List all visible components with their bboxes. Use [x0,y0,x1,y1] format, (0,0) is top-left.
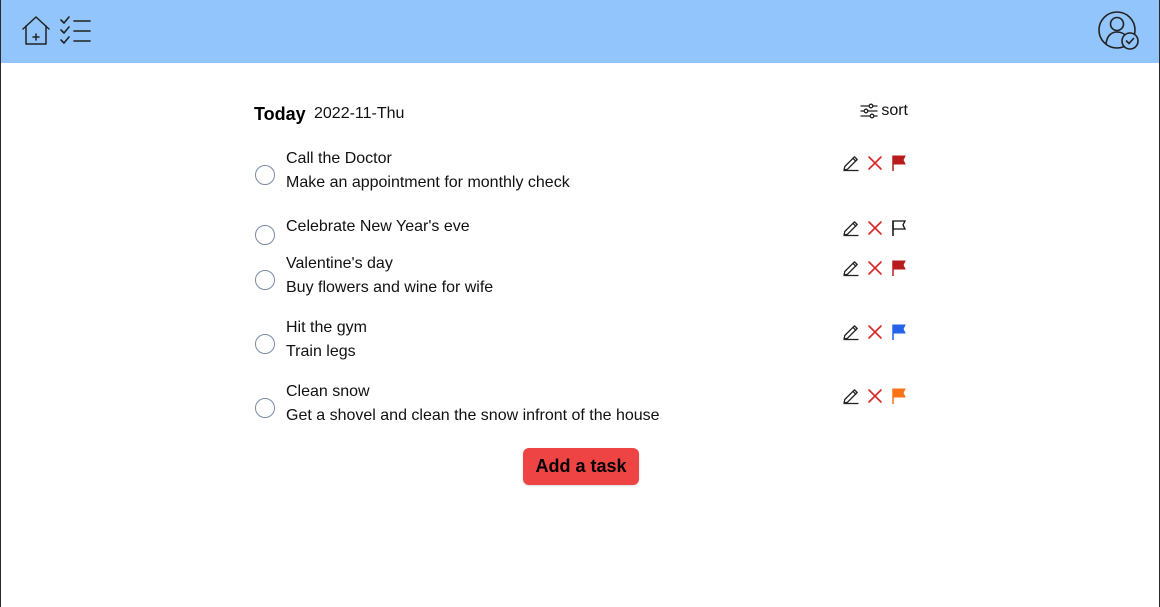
task-item: Clean snow Get a shovel and clean the sn… [254,382,908,446]
task-actions [842,154,908,172]
task-title: Clean snow [286,383,370,400]
task-text: Hit the gym Train legs [286,318,367,362]
delete-x-icon[interactable] [866,259,884,277]
priority-flag-icon[interactable] [890,154,908,172]
task-actions [842,387,908,405]
today-panel: Today 2022-11-Thu sort Call the Doctor M… [254,96,908,485]
complete-checkbox[interactable] [255,225,275,245]
task-description: Make an appointment for monthly check [286,174,570,191]
task-text: Celebrate New Year's eve [286,213,470,237]
task-item: Call the Doctor Make an appointment for … [254,149,908,213]
top-navbar [1,0,1159,63]
task-title: Call the Doctor [286,150,392,167]
task-title: Celebrate New Year's eve [286,218,470,235]
page-title: Today [254,104,306,124]
add-task-button[interactable]: Add a task [523,448,639,485]
task-list: Call the Doctor Make an appointment for … [254,149,908,446]
home-add-icon[interactable] [20,14,52,46]
edit-pencil-icon[interactable] [842,387,860,405]
complete-checkbox[interactable] [255,270,275,290]
delete-x-icon[interactable] [866,387,884,405]
task-description: Get a shovel and clean the snow infront … [286,407,660,424]
checklist-icon[interactable] [58,14,92,46]
edit-pencil-icon[interactable] [842,259,860,277]
task-text: Call the Doctor Make an appointment for … [286,149,570,193]
sliders-icon [860,103,878,119]
add-task-row: Add a task [254,448,908,485]
app-window: Today 2022-11-Thu sort Call the Doctor M… [0,0,1160,607]
current-date: 2022-11-Thu [314,105,405,122]
task-text: Valentine's day Buy flowers and wine for… [286,254,493,298]
edit-pencil-icon[interactable] [842,154,860,172]
list-header: Today 2022-11-Thu sort [254,96,908,130]
task-actions [842,323,908,341]
task-actions [842,219,908,237]
task-title: Hit the gym [286,319,367,336]
edit-pencil-icon[interactable] [842,323,860,341]
task-item: Valentine's day Buy flowers and wine for… [254,254,908,318]
sort-button[interactable]: sort [860,102,908,120]
delete-x-icon[interactable] [866,154,884,172]
complete-checkbox[interactable] [255,398,275,418]
edit-pencil-icon[interactable] [842,219,860,237]
priority-flag-icon[interactable] [890,387,908,405]
task-item: Hit the gym Train legs [254,318,908,382]
task-actions [842,259,908,277]
task-description: Buy flowers and wine for wife [286,279,494,296]
task-title: Valentine's day [286,255,393,272]
priority-flag-icon[interactable] [890,323,908,341]
delete-x-icon[interactable] [866,323,884,341]
delete-x-icon[interactable] [866,219,884,237]
task-item: Celebrate New Year's eve [254,213,908,254]
complete-checkbox[interactable] [255,165,275,185]
complete-checkbox[interactable] [255,334,275,354]
sort-label: sort [881,102,908,119]
task-text: Clean snow Get a shovel and clean the sn… [286,382,660,426]
user-check-icon[interactable] [1097,10,1141,52]
task-description: Train legs [286,343,356,360]
priority-flag-icon[interactable] [890,259,908,277]
outline-flag-icon[interactable] [890,219,908,237]
